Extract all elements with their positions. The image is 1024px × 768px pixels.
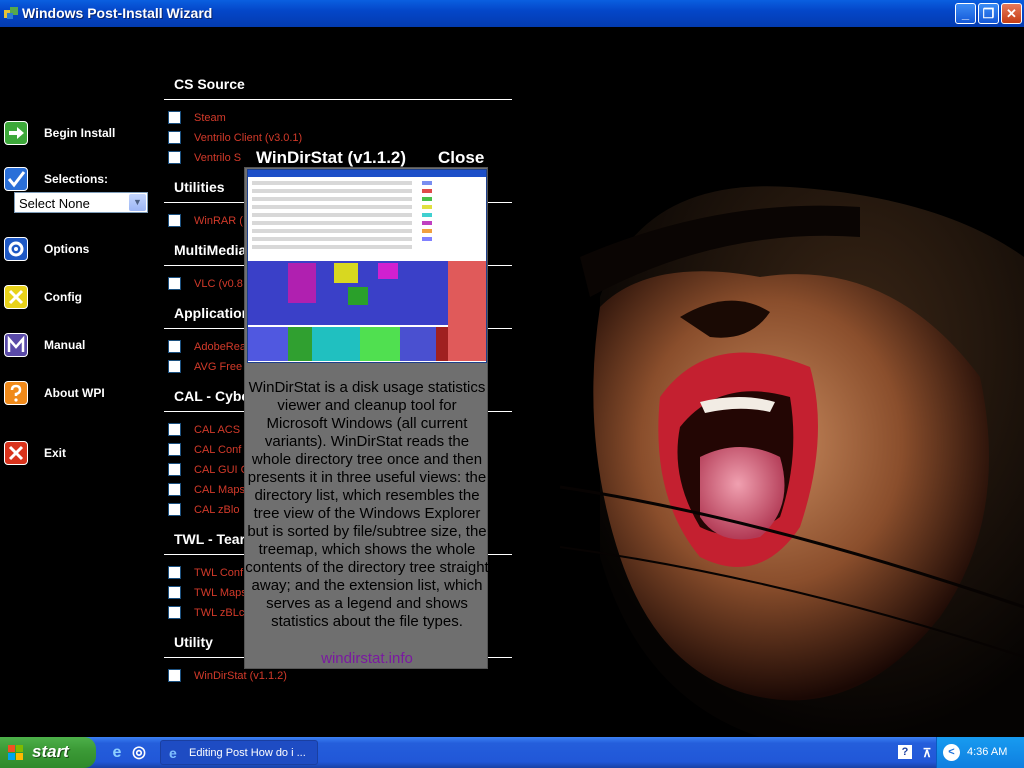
program-checkbox[interactable] bbox=[168, 669, 181, 682]
config-label: Config bbox=[44, 290, 82, 304]
selections-label: Selections: bbox=[44, 172, 109, 186]
close-window-button[interactable]: ✕ bbox=[1001, 3, 1022, 24]
program-checkbox[interactable] bbox=[168, 360, 181, 373]
windows-flag-icon bbox=[8, 745, 23, 760]
program-label: CAL zBlo bbox=[194, 504, 240, 516]
program-checkbox[interactable] bbox=[168, 606, 181, 619]
system-tray: < 4:36 AM bbox=[936, 737, 1024, 768]
start-label: start bbox=[32, 742, 69, 761]
program-checkbox[interactable] bbox=[168, 503, 181, 516]
program-checkbox[interactable] bbox=[168, 483, 181, 496]
wizard-main: Begin Install Selections: Select None ▼ … bbox=[0, 27, 1024, 737]
quick-launch-icon[interactable]: ◎ bbox=[130, 744, 148, 762]
section-divider bbox=[164, 99, 512, 100]
program-label: WinDirStat (v1.1.2) bbox=[194, 670, 287, 682]
program-label: TWL Conf bbox=[194, 567, 244, 579]
popup-description: WinDirStat is a disk usage statistics vi… bbox=[245, 379, 489, 630]
network-icon[interactable]: ⊼ bbox=[918, 744, 936, 762]
popup-title: WinDirStat (v1.1.2) bbox=[256, 148, 407, 167]
program-label: TWL zBLc bbox=[194, 607, 245, 619]
popup-header: WinDirStat (v1.1.2) Close bbox=[256, 148, 496, 168]
window-title: Windows Post-Install Wizard bbox=[22, 5, 213, 21]
selections-value: Select None bbox=[19, 196, 90, 211]
minimize-button[interactable]: _ bbox=[955, 3, 976, 24]
close-icon: ✕ bbox=[1006, 6, 1017, 21]
program-checkbox[interactable] bbox=[168, 443, 181, 456]
clock: 4:36 AM bbox=[967, 746, 1008, 758]
popup-website-link[interactable]: windirstat.info bbox=[245, 650, 489, 667]
exit-label: Exit bbox=[44, 446, 67, 460]
about-wpi-label: About WPI bbox=[44, 386, 105, 400]
program-checkbox[interactable] bbox=[168, 423, 181, 436]
program-label: CAL Conf bbox=[194, 444, 242, 456]
taskbar-task[interactable]: e Editing Post How do i ... bbox=[160, 740, 318, 765]
program-checkbox[interactable] bbox=[168, 463, 181, 476]
internet-explorer-icon: e bbox=[169, 745, 177, 761]
restore-icon: ❐ bbox=[982, 6, 995, 21]
chevron-left-icon[interactable]: < bbox=[943, 744, 960, 761]
program-label: Steam bbox=[194, 112, 226, 124]
section-title: CAL - Cybe bbox=[174, 388, 250, 404]
gear-icon bbox=[4, 237, 28, 261]
selections-dropdown[interactable]: Select None ▼ bbox=[14, 192, 148, 213]
arrow-right-icon bbox=[4, 121, 28, 145]
title-bar: Windows Post-Install Wizard _ ❐ ✕ bbox=[0, 0, 1024, 27]
manual-label: Manual bbox=[44, 338, 86, 352]
maximize-button[interactable]: ❐ bbox=[978, 3, 999, 24]
begin-install-label: Begin Install bbox=[44, 126, 116, 140]
section-title: MultiMedia bbox=[174, 242, 247, 258]
app-icon bbox=[4, 7, 18, 19]
manual-m-icon bbox=[4, 333, 28, 357]
section-title: Utility bbox=[174, 634, 213, 650]
program-label: AdobeRea bbox=[194, 341, 246, 353]
section-title: Application bbox=[174, 305, 251, 321]
chevron-down-icon[interactable]: ▼ bbox=[129, 194, 146, 211]
program-screenshot bbox=[247, 169, 487, 363]
help-icon[interactable]: ? bbox=[898, 745, 912, 759]
program-checkbox[interactable] bbox=[168, 214, 181, 227]
section-title: TWL - Tear bbox=[174, 531, 246, 547]
question-icon bbox=[4, 381, 28, 405]
program-label: CAL Maps bbox=[194, 484, 245, 496]
program-checkbox[interactable] bbox=[168, 277, 181, 290]
program-checkbox[interactable] bbox=[168, 586, 181, 599]
popup-close-button[interactable]: Close bbox=[438, 148, 484, 168]
program-label: VLC (v0.8 bbox=[194, 278, 243, 290]
internet-explorer-icon[interactable]: e bbox=[108, 744, 126, 762]
program-label: AVG Free bbox=[194, 361, 243, 373]
program-checkbox[interactable] bbox=[168, 566, 181, 579]
background-photo bbox=[560, 186, 1024, 737]
checkmark-icon bbox=[4, 167, 28, 191]
section-title: Utilities bbox=[174, 179, 225, 195]
section-title: CS Source bbox=[174, 76, 245, 92]
minimize-icon: _ bbox=[961, 6, 970, 21]
program-checkbox[interactable] bbox=[168, 340, 181, 353]
program-label: CAL ACS bbox=[194, 424, 241, 436]
start-button[interactable]: start bbox=[0, 737, 96, 768]
program-label: TWL Maps bbox=[194, 587, 247, 599]
config-x-icon bbox=[4, 285, 28, 309]
program-info-popup: WinDirStat is a disk usage statistics vi… bbox=[244, 167, 489, 669]
program-checkbox[interactable] bbox=[168, 151, 181, 164]
exit-x-icon bbox=[4, 441, 28, 465]
program-label: CAL GUI C bbox=[194, 464, 249, 476]
program-label: Ventrilo Client (v3.0.1) bbox=[194, 132, 303, 144]
program-label: WinRAR ( bbox=[194, 215, 243, 227]
program-checkbox[interactable] bbox=[168, 131, 181, 144]
options-label: Options bbox=[44, 242, 90, 256]
program-checkbox[interactable] bbox=[168, 111, 181, 124]
program-label: Ventrilo S bbox=[194, 152, 242, 164]
task-label: Editing Post How do i ... bbox=[189, 747, 306, 759]
taskbar: start e ◎ e Editing Post How do i ... ? … bbox=[0, 737, 1024, 768]
